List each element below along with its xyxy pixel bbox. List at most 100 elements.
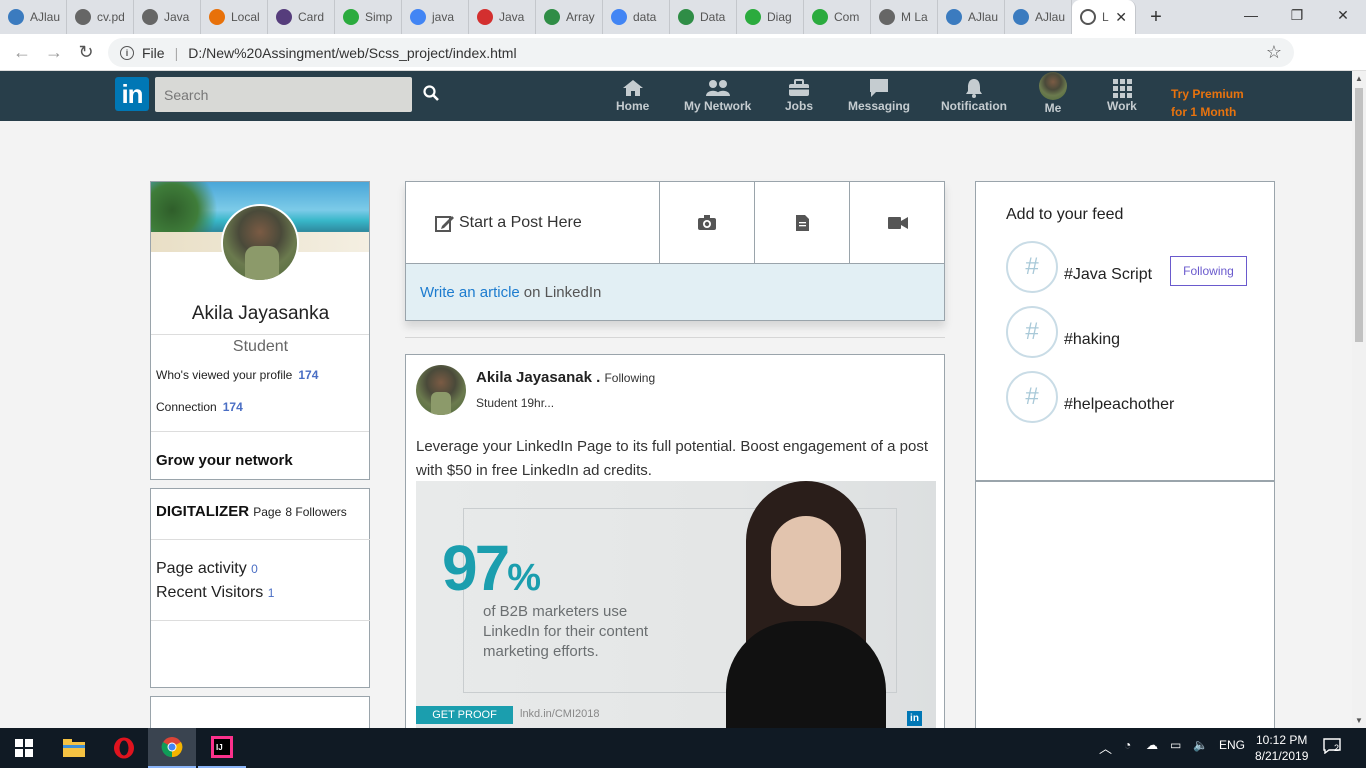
minimize-button[interactable]: — [1228, 0, 1274, 30]
post-author-line: Akila Jayasanak . Following [476, 369, 655, 386]
close-tab-icon[interactable]: ✕ [1115, 9, 1127, 26]
hashtag-helpeachother[interactable]: #helpeachother [1064, 396, 1174, 414]
home-icon [622, 77, 644, 99]
grid-icon [1112, 77, 1132, 99]
nav-home[interactable]: Home [616, 77, 649, 113]
tab-favicon-icon [209, 9, 225, 25]
nav-jobs[interactable]: Jobs [785, 77, 813, 113]
document-icon [795, 214, 809, 231]
opera-button[interactable] [100, 728, 148, 768]
browser-tab[interactable]: AJlau [0, 0, 67, 34]
language-indicator[interactable]: ENG [1219, 738, 1245, 752]
post-author-name[interactable]: Akila Jayasanak . [476, 369, 600, 386]
tab-favicon-icon [678, 9, 694, 25]
scroll-up-icon[interactable]: ▲ [1355, 74, 1363, 83]
page-activity-stat[interactable]: Page activity 0 [156, 560, 258, 578]
browser-tab[interactable]: M La [871, 0, 938, 34]
clock[interactable]: 10:12 PM 8/21/2019 [1255, 732, 1308, 764]
url-input[interactable]: i File | D:/New%20Assingment/web/Scss_pr… [108, 38, 1294, 67]
bookmark-star-icon[interactable]: ☆ [1266, 42, 1282, 63]
browser-tab-bar: AJlau cv.pd Java Local Card Simp java Java Array… [0, 0, 1366, 34]
new-tab-button[interactable]: + [1136, 0, 1176, 34]
hashtag-java-script[interactable]: #Java Script [1064, 266, 1152, 284]
add-to-feed-card: Add to your feed # #Java Script Followin… [975, 181, 1275, 481]
tab-favicon-icon [477, 9, 493, 25]
battery-icon[interactable]: ▭ [1170, 738, 1181, 752]
maximize-button[interactable]: ❐ [1274, 0, 1320, 30]
back-icon[interactable]: ← [6, 42, 38, 63]
chrome-button[interactable] [148, 728, 196, 768]
browser-tab[interactable]: Java [134, 0, 201, 34]
avatar [1039, 72, 1067, 100]
recent-visitors-stat[interactable]: Recent Visitors 1 [156, 584, 274, 602]
scroll-down-icon[interactable]: ▼ [1355, 716, 1363, 725]
tab-favicon-icon [946, 9, 962, 25]
reload-icon[interactable]: ↻ [70, 42, 102, 63]
camera-icon [698, 215, 716, 230]
briefcase-icon [788, 77, 810, 99]
nav-me[interactable]: Me [1039, 71, 1067, 115]
notification-center-icon[interactable]: 2 [1323, 738, 1345, 758]
browser-tab[interactable]: Array [536, 0, 603, 34]
volume-icon[interactable]: 🔈 [1193, 738, 1208, 752]
onedrive-icon[interactable]: ☁ [1146, 738, 1158, 752]
forward-icon[interactable]: → [38, 42, 70, 63]
browser-tab[interactable]: Diag [737, 0, 804, 34]
windows-icon [15, 739, 33, 757]
browser-tab[interactable]: AJlau [938, 0, 1005, 34]
ad-woman-photo [706, 481, 906, 731]
windows-start-button[interactable] [0, 728, 48, 768]
nav-notification[interactable]: Notification [941, 77, 1007, 113]
profile-views-stat[interactable]: Who's viewed your profile 174 [156, 368, 318, 382]
browser-tab[interactable]: Java [469, 0, 536, 34]
browser-tab[interactable]: Simp [335, 0, 402, 34]
search-icon[interactable] [423, 85, 439, 101]
close-window-button[interactable]: ✕ [1320, 0, 1366, 30]
browser-tab[interactable]: data [603, 0, 670, 34]
page-card-header[interactable]: DIGITALIZER Page 8 Followers [156, 503, 347, 520]
hashtag-haking[interactable]: #haking [1064, 331, 1120, 349]
nav-work[interactable]: Work [1107, 77, 1137, 113]
browser-tab-active[interactable]: L ✕ [1072, 0, 1136, 34]
nav-messaging[interactable]: Messaging [848, 77, 910, 113]
browser-tab[interactable]: Data [670, 0, 737, 34]
profile-avatar[interactable] [221, 204, 299, 282]
post-meta: Student 19hr... [476, 396, 555, 410]
profile-name[interactable]: Akila Jayasanka [151, 303, 369, 325]
browser-tab[interactable]: java [402, 0, 469, 34]
write-article-link[interactable]: Write an article [420, 284, 520, 301]
opera-icon [114, 737, 134, 759]
video-camera-icon [887, 216, 908, 229]
post-author-avatar[interactable] [416, 365, 466, 415]
video-button[interactable] [850, 182, 945, 263]
start-post-button[interactable]: Start a Post Here [406, 182, 660, 263]
tray-chevron-icon[interactable]: ︿ [1099, 738, 1112, 757]
info-icon[interactable]: i [120, 45, 134, 60]
nav-my-network[interactable]: My Network [684, 77, 751, 113]
search-input[interactable]: Search [155, 77, 412, 112]
scrollbar-thumb[interactable] [1355, 88, 1363, 342]
browser-tab[interactable]: AJlau [1005, 0, 1072, 34]
browser-tab[interactable]: Com [804, 0, 871, 34]
linkedin-small-logo: in [907, 711, 922, 726]
windows-taskbar: IJ ︿ ◔ ☁ ▭ 🔈 ENG 10:12 PM 8/21/2019 2 [0, 728, 1366, 768]
ad-link[interactable]: lnkd.in/CMI2018 [520, 708, 600, 720]
following-button[interactable]: Following [1170, 256, 1247, 286]
intellij-button[interactable]: IJ [198, 728, 246, 768]
try-premium-link[interactable]: Try Premium for 1 Month [1171, 85, 1244, 121]
document-button[interactable] [755, 182, 850, 263]
browser-tab[interactable]: cv.pd [67, 0, 134, 34]
linkedin-logo[interactable]: in [115, 77, 149, 111]
browser-tab[interactable]: Local [201, 0, 268, 34]
file-explorer-button[interactable] [50, 728, 98, 768]
grow-network-link[interactable]: Grow your network [156, 452, 293, 469]
wifi-icon[interactable]: ◔ [1124, 738, 1131, 752]
profile-card: Akila Jayasanka Student Who's viewed you… [150, 181, 370, 480]
page-scrollbar[interactable]: ▲ ▼ [1352, 71, 1366, 728]
post-ad-image[interactable]: 97% of B2B marketers use LinkedIn for th… [416, 481, 936, 731]
photo-button[interactable] [660, 182, 755, 263]
get-proof-button[interactable]: GET PROOF [416, 706, 513, 724]
intellij-icon: IJ [211, 736, 233, 758]
connection-stat[interactable]: Connection 174 [156, 400, 243, 414]
browser-tab[interactable]: Card [268, 0, 335, 34]
